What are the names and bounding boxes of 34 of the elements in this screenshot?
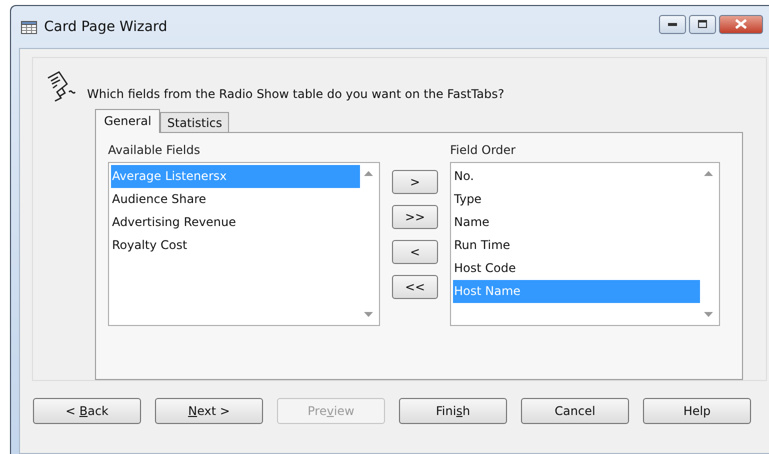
wizard-button[interactable]: Next > — [155, 398, 263, 424]
list-item[interactable]: Royalty Cost — [111, 234, 360, 257]
window-title: Card Page Wizard — [44, 19, 168, 35]
list-item[interactable]: No. — [453, 165, 700, 188]
scroll-down-icon[interactable] — [704, 312, 713, 317]
list-label: Field Order — [450, 143, 517, 157]
close-button[interactable] — [719, 14, 763, 34]
list-item[interactable]: Run Time — [453, 234, 700, 257]
maximize-icon — [698, 20, 707, 28]
list-label: Available Fields — [108, 143, 202, 157]
maximize-button[interactable] — [689, 14, 716, 34]
minimize-icon — [668, 22, 677, 26]
table-icon — [21, 20, 37, 34]
move-button[interactable]: < — [392, 240, 438, 264]
wizard-button[interactable]: < Back — [33, 398, 141, 424]
tab[interactable]: General — [95, 109, 160, 133]
wizard-button[interactable]: Finish — [399, 398, 507, 424]
list-item[interactable]: Type — [453, 188, 700, 211]
close-icon — [735, 19, 747, 29]
list-item[interactable]: Name — [453, 211, 700, 234]
scroll-up-icon[interactable] — [364, 171, 373, 176]
move-button[interactable]: > — [392, 170, 438, 194]
move-button[interactable]: << — [392, 275, 438, 299]
minimize-button[interactable] — [659, 14, 686, 34]
list-item[interactable]: Advertising Revenue — [111, 211, 360, 234]
list-item[interactable]: Host Code — [453, 257, 700, 280]
move-button[interactable]: >> — [392, 205, 438, 229]
list-item[interactable]: Audience Share — [111, 188, 360, 211]
scroll-down-icon[interactable] — [364, 312, 373, 317]
wizard-button[interactable]: Help — [643, 398, 751, 424]
tab[interactable]: Statistics — [160, 112, 230, 133]
prompt-text: Which fields from the Radio Show table do you want on the FastTabs? — [87, 87, 504, 101]
scroll-up-icon[interactable] — [704, 171, 713, 176]
wizard-button[interactable]: Cancel — [521, 398, 629, 424]
